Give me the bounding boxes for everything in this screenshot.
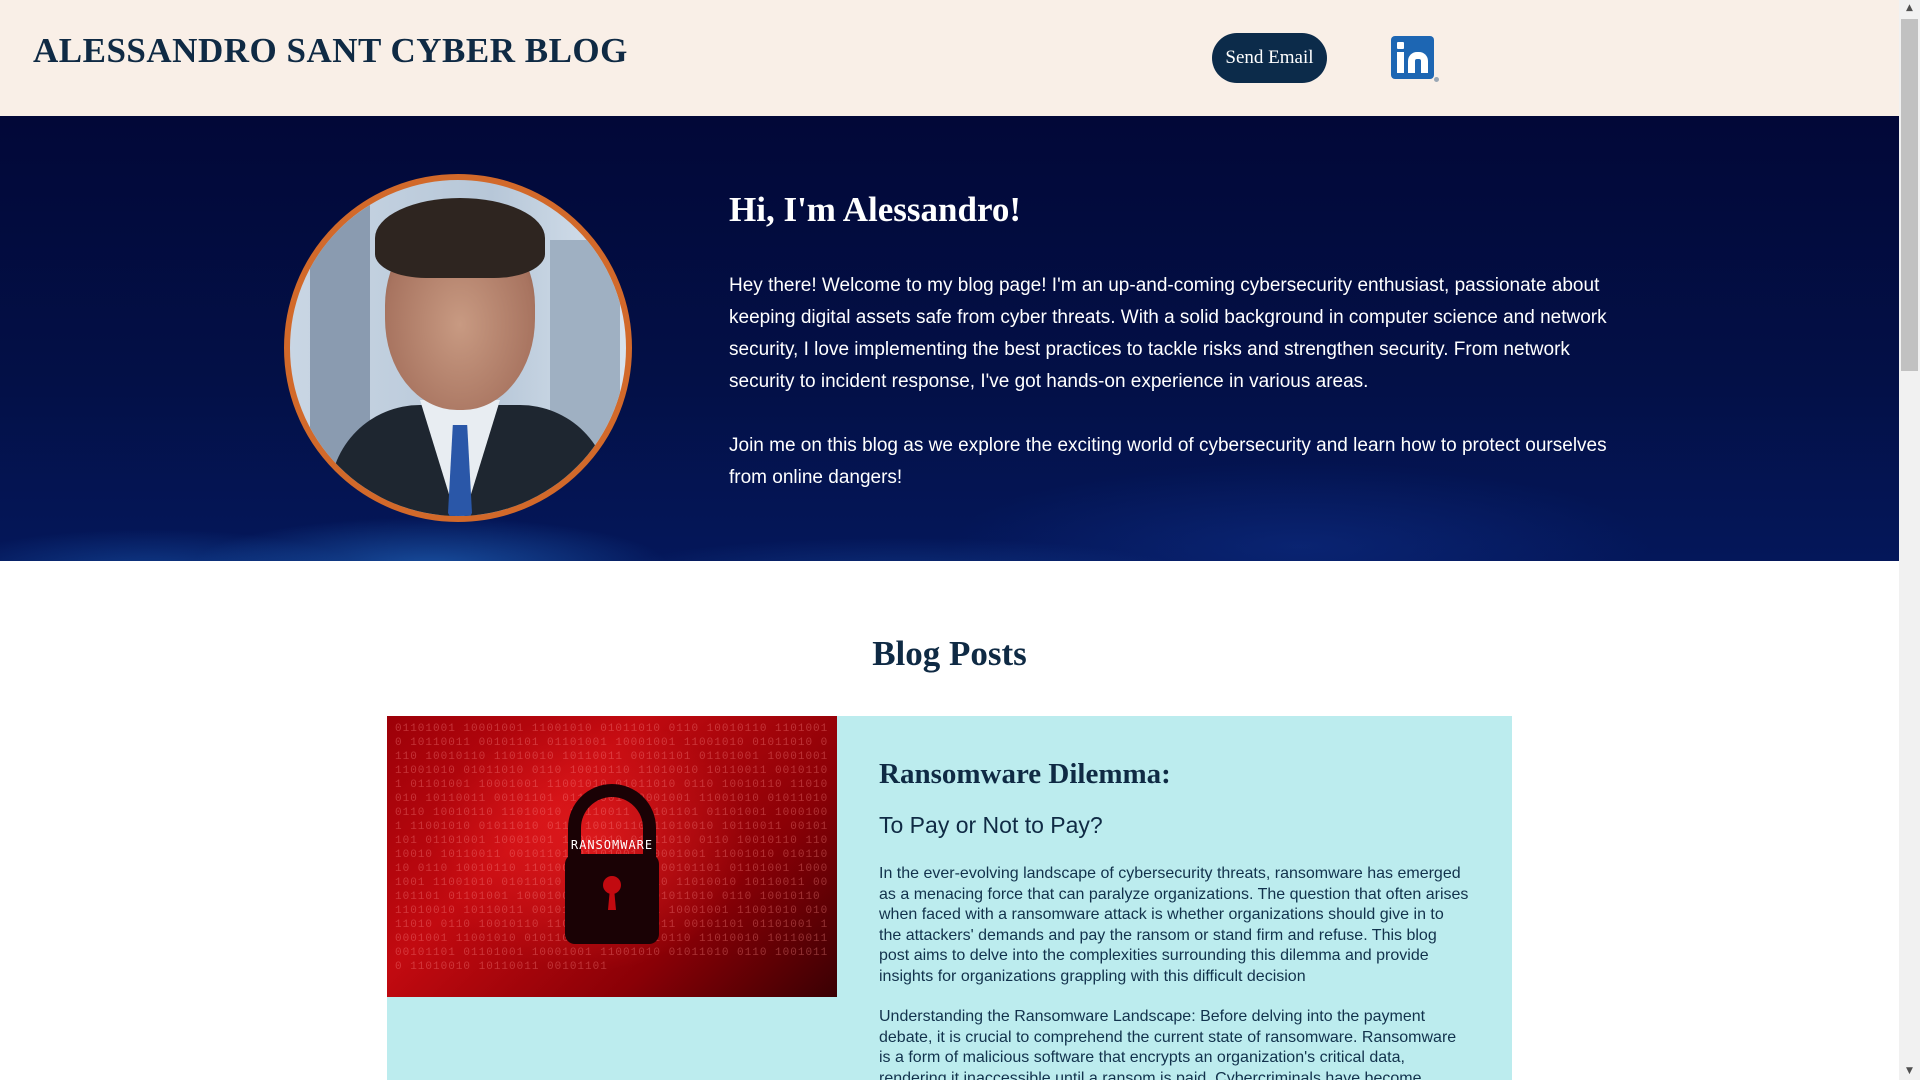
post-paragraph: Understanding the Ransomware Landscape: … bbox=[879, 1008, 1457, 1080]
blog-post-card[interactable]: 01101001 10001001 11001010 01011010 0110… bbox=[387, 716, 1512, 1080]
site-header: ALESSANDRO SANT CYBER BLOG Send Email bbox=[0, 0, 1899, 116]
linkedin-registered-mark bbox=[1434, 77, 1439, 82]
scrollbar-thumb[interactable] bbox=[1901, 19, 1918, 371]
linkedin-n-shape bbox=[1408, 52, 1428, 73]
vertical-scrollbar[interactable]: ▲ ▼ bbox=[1899, 0, 1920, 1080]
post-body: In the ever-evolving landscape of cybers… bbox=[879, 864, 1469, 1080]
scroll-up-arrow-icon[interactable]: ▲ bbox=[1899, 0, 1920, 17]
send-email-button[interactable]: Send Email bbox=[1212, 33, 1327, 83]
linkedin-i-bar bbox=[1397, 52, 1404, 73]
blog-section-heading: Blog Posts bbox=[872, 634, 1027, 673]
ransomware-image-label: RANSOMWARE bbox=[570, 838, 654, 852]
avatar-hair bbox=[375, 198, 545, 278]
post-subtitle: To Pay or Not to Pay? bbox=[879, 812, 1103, 838]
hero-intro: Hey there! Welcome to my blog page! I'm … bbox=[729, 270, 1609, 494]
post-paragraph: In the ever-evolving landscape of cybers… bbox=[879, 865, 1469, 985]
linkedin-icon[interactable] bbox=[1391, 36, 1439, 82]
site-title[interactable]: ALESSANDRO SANT CYBER BLOG bbox=[33, 31, 628, 71]
hero-heading: Hi, I'm Alessandro! bbox=[729, 190, 1022, 229]
ransomware-post-image[interactable]: 01101001 10001001 11001010 01011010 0110… bbox=[387, 716, 837, 997]
hero-paragraph: Join me on this blog as we explore the e… bbox=[729, 435, 1607, 488]
profile-avatar bbox=[284, 174, 632, 522]
linkedin-i-dot bbox=[1397, 42, 1404, 49]
hero-paragraph: Hey there! Welcome to my blog page! I'm … bbox=[729, 275, 1607, 392]
scroll-down-arrow-icon[interactable]: ▼ bbox=[1899, 1063, 1920, 1080]
post-title[interactable]: Ransomware Dilemma: bbox=[879, 758, 1171, 791]
